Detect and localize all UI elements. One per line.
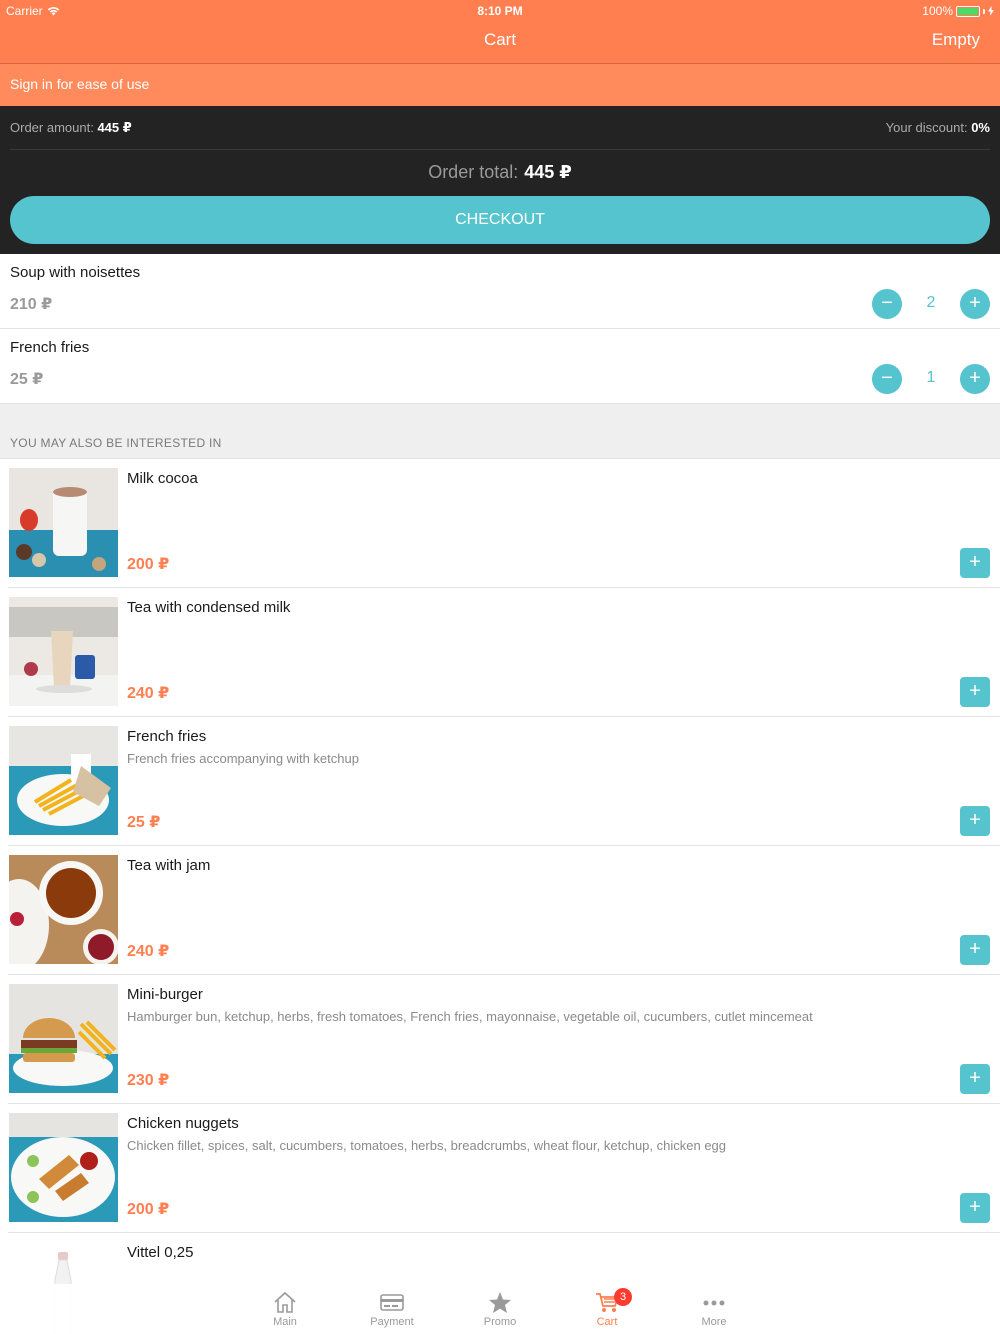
add-to-cart-button[interactable]: + [960,935,990,965]
add-to-cart-button[interactable]: + [960,1193,990,1223]
suggestions-header: YOU MAY ALSO BE INTERESTED IN [0,404,1000,459]
product-name: Tea with condensed milk [127,599,291,616]
suggestions-title: YOU MAY ALSO BE INTERESTED IN [10,436,222,450]
suggestion-item[interactable]: Tea with condensed milk 240 ₽ + [0,588,1000,717]
tab-promo[interactable]: Promo [455,1284,545,1334]
product-name: Vittel 0,25 [127,1244,194,1261]
product-image [9,597,118,706]
product-image [9,984,118,1093]
product-image [9,855,118,964]
tab-payment[interactable]: Payment [347,1284,437,1334]
tab-label: Promo [483,1316,517,1328]
empty-cart-button[interactable]: Empty [932,30,980,50]
page-title: Cart [483,30,517,49]
product-name: Mini-burger [127,986,203,1003]
tab-label: More [701,1316,727,1328]
cart-item: French fries 25 ₽ − 1 + [0,329,1000,404]
order-total-label: Order total: [428,162,519,182]
suggestion-item[interactable]: Chicken nuggets Chicken fillet, spices, … [0,1104,1000,1233]
order-total-value: 445 ₽ [524,162,572,182]
add-to-cart-button[interactable]: + [960,677,990,707]
product-image [9,726,118,835]
add-to-cart-button[interactable]: + [960,806,990,836]
divider [10,149,990,150]
suggestion-item[interactable]: Milk cocoa 200 ₽ + [0,459,1000,588]
suggestion-item[interactable]: French fries French fries accompanying w… [0,717,1000,846]
cart-item-name: Soup with noisettes [10,264,141,281]
product-price: 25 ₽ [127,814,161,831]
battery-icon [956,5,980,17]
tab-label: Cart [596,1316,618,1328]
product-price: 230 ₽ [127,1072,170,1089]
order-amount-value: 445 ₽ [97,120,132,135]
home-icon [274,1291,296,1313]
product-name: Milk cocoa [127,470,198,487]
quantity-value: 1 [926,369,936,386]
quantity-stepper: − 1 + [872,364,990,394]
tab-label: Payment [370,1316,414,1328]
product-description: Hamburger bun, ketchup, herbs, fresh tom… [127,1009,813,1024]
checkout-button[interactable]: CHECKOUT [10,196,990,244]
product-price: 200 ₽ [127,1201,170,1218]
product-name: French fries [127,728,207,745]
cart-item: Soup with noisettes 210 ₽ − 2 + [0,254,1000,329]
product-name: Tea with jam [127,857,211,874]
tab-main[interactable]: Main [240,1284,330,1334]
decrease-quantity-button[interactable]: − [872,364,902,394]
cart-item-price: 210 ₽ [10,296,53,313]
product-description: French fries accompanying with ketchup [127,751,359,766]
increase-quantity-button[interactable]: + [960,364,990,394]
suggestion-item[interactable]: Mini-burger Hamburger bun, ketchup, herb… [0,975,1000,1104]
cart-item-name: French fries [10,339,90,356]
tab-label: Main [273,1316,297,1328]
product-price: 240 ₽ [127,943,170,960]
product-image [9,1113,118,1222]
cart-item-price: 25 ₽ [10,371,44,388]
quantity-value: 2 [926,294,936,311]
add-to-cart-button[interactable]: + [960,548,990,578]
order-summary: Order amount: 445 ₽ Your discount: 0% Or… [0,106,1000,254]
tab-more[interactable]: More [669,1284,759,1334]
discount-value: 0% [971,120,990,135]
increase-quantity-button[interactable]: + [960,289,990,319]
product-price: 240 ₽ [127,685,170,702]
discount-label: Your discount: [885,120,968,135]
suggestion-item[interactable]: Tea with jam 240 ₽ + [0,846,1000,975]
star-icon [489,1292,511,1313]
battery-percent: 100% [922,4,953,18]
charging-icon [988,6,994,16]
quantity-stepper: − 2 + [872,289,990,319]
tab-cart[interactable]: Cart 3 [562,1284,652,1334]
status-time: 8:10 PM [477,4,523,18]
product-name: Chicken nuggets [127,1115,239,1132]
product-image [9,468,118,577]
product-price: 200 ₽ [127,556,170,573]
tab-bar: Main Payment Promo Cart 3 More [0,1284,1000,1334]
product-description: Chicken fillet, spices, salt, cucumbers,… [127,1138,727,1153]
decrease-quantity-button[interactable]: − [872,289,902,319]
add-to-cart-button[interactable]: + [960,1064,990,1094]
more-icon [703,1300,725,1306]
order-amount-label: Order amount: [10,120,94,135]
navigation-bar: Carrier 8:10 PM 100% Cart Empty [0,0,1000,64]
sign-in-banner[interactable]: Sign in for ease of use [0,64,1000,106]
status-bar: Carrier 8:10 PM 100% [0,0,1000,20]
card-icon [380,1294,404,1311]
cart-count-badge: 3 [614,1288,632,1306]
